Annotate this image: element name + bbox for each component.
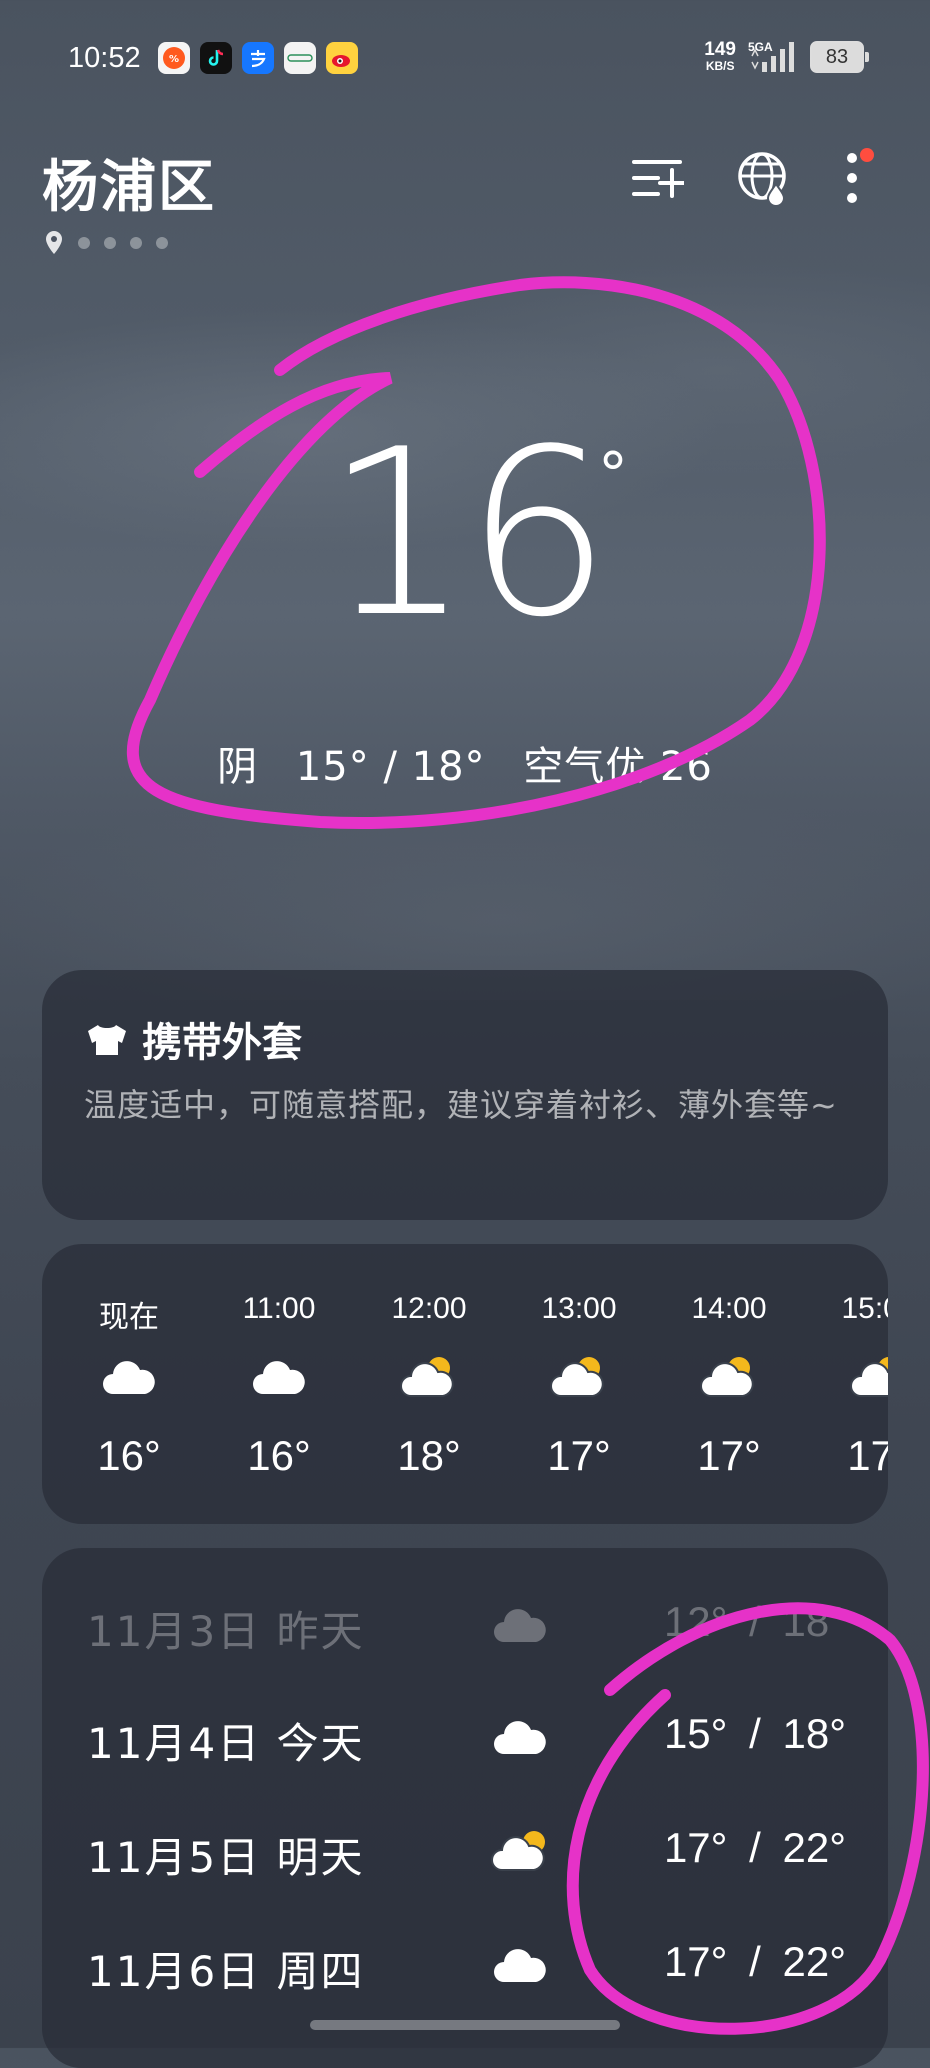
network-speed-unit: KB/S — [705, 58, 735, 73]
clothing-suggestion-card[interactable]: 携带外套 温度适中，可随意搭配，建议穿着衬衫、薄外套等~ — [42, 970, 888, 1220]
app-icon-douyin — [200, 42, 232, 74]
globe-icon[interactable] — [736, 150, 792, 206]
day-temps: 15° / 18° — [663, 1710, 846, 1757]
hour-temp: 16° — [247, 1432, 311, 1479]
day-date: 11月4日 今天 — [87, 1719, 365, 1768]
svg-text:%: % — [169, 54, 179, 65]
network-speed-value: 149 — [704, 38, 736, 60]
day-temps: 17° / 22° — [663, 1824, 846, 1871]
battery-level: 83 — [825, 45, 849, 68]
app-icon-oppo — [284, 42, 316, 74]
cloud-icon — [494, 1609, 546, 1642]
status-time: 10:52 — [68, 42, 141, 74]
hour-time: 14:00 — [691, 1292, 767, 1325]
hour-time: 13:00 — [541, 1292, 617, 1325]
day-date: 11月6日 周四 — [87, 1947, 365, 1996]
notification-icons: % — [158, 42, 358, 74]
daily-row-today[interactable]: 11月4日 今天 15° / 18° — [42, 1710, 888, 1770]
weather-condition: 阴 — [217, 744, 259, 790]
day-date: 11月3日 昨天 — [87, 1607, 365, 1656]
location-pin-icon — [46, 231, 62, 254]
hour-temp: 17° — [697, 1432, 761, 1479]
app-icon-weibo — [326, 42, 358, 74]
hourly-item[interactable]: 12:00 18° — [364, 1292, 494, 1480]
cloud-icon — [494, 1721, 546, 1754]
clothing-title-row: 携带外套 — [84, 1010, 302, 1068]
page-dot — [130, 237, 142, 249]
partly-cloudy-icon — [850, 1357, 888, 1397]
notification-badge — [860, 148, 874, 162]
more-menu-icon[interactable] — [844, 152, 860, 204]
app-icon-shopping: % — [158, 42, 190, 74]
page-indicator — [44, 230, 168, 256]
weather-summary[interactable]: 阴 15° / 18° 空气优 26 — [0, 734, 930, 792]
clothing-description: 温度适中，可随意搭配，建议穿着衬衫、薄外套等~ — [84, 1086, 838, 1124]
page-dot — [104, 237, 116, 249]
signal-icon: 5GA — [748, 40, 798, 74]
hourly-item[interactable]: 14:00 17° — [664, 1292, 794, 1480]
hour-temp: 17° — [847, 1432, 888, 1479]
home-indicator[interactable] — [310, 2020, 620, 2030]
partly-cloudy-icon — [550, 1357, 604, 1397]
hourly-item[interactable]: 15:00 17° — [814, 1292, 888, 1480]
hour-time: 现在 — [99, 1301, 159, 1334]
partly-cloudy-icon — [491, 1831, 545, 1871]
hour-temp: 17° — [547, 1432, 611, 1479]
clothing-title: 携带外套 — [142, 1020, 302, 1066]
city-manage-icon[interactable] — [632, 156, 684, 200]
air-quality: 空气优 26 — [523, 744, 713, 790]
daily-row-thursday[interactable]: 11月6日 周四 17° / 22° — [42, 1938, 888, 1998]
app-icon-alipay — [242, 42, 274, 74]
partly-cloudy-icon — [400, 1357, 454, 1397]
hour-time: 12:00 — [391, 1292, 467, 1325]
status-indicators: 149 KB/S 5GA 83 — [704, 38, 869, 74]
hourly-item[interactable]: 现在 16° — [64, 1292, 194, 1480]
hourly-forecast-card[interactable]: 现在 16° 11:00 16° 12:00 18° 13:00 17° 14:… — [42, 1244, 888, 1524]
cloud-icon — [494, 1949, 546, 1982]
daily-row-tomorrow[interactable]: 11月5日 明天 17° / 22° — [42, 1824, 888, 1884]
hourly-item[interactable]: 11:00 16° — [214, 1292, 344, 1480]
daily-row-yesterday[interactable]: 11月3日 昨天 12° / 18° — [42, 1598, 888, 1658]
day-temps: 17° / 22° — [663, 1938, 846, 1985]
temperature-range: 15° / 18° — [295, 744, 486, 790]
hour-temp: 16° — [97, 1432, 161, 1479]
hour-time: 11:00 — [242, 1292, 316, 1325]
daily-forecast-card[interactable]: 11月3日 昨天 12° / 18° 11月4日 今天 15° / 18° 11… — [42, 1548, 888, 2068]
shirt-icon — [88, 1025, 126, 1055]
battery-icon: 83 — [810, 41, 869, 73]
city-name[interactable]: 杨浦区 — [42, 142, 216, 223]
day-date: 11月5日 明天 — [87, 1833, 365, 1882]
status-bar: 10:52 % 149 KB/S 5GA 83 — [0, 38, 930, 82]
hourly-item[interactable]: 13:00 17° — [514, 1292, 644, 1480]
page-dot — [156, 237, 168, 249]
current-temperature: 16 — [324, 401, 612, 668]
page-dot — [78, 237, 90, 249]
day-temps: 12° / 18° — [663, 1598, 846, 1645]
cloud-icon — [103, 1361, 155, 1394]
network-speed: 149 KB/S — [704, 38, 736, 74]
cloud-icon — [253, 1361, 305, 1394]
hour-time: 15:00 — [841, 1292, 888, 1325]
partly-cloudy-icon — [700, 1357, 754, 1397]
hour-temp: 18° — [397, 1432, 461, 1479]
degree-symbol: ° — [598, 440, 628, 510]
top-actions — [632, 150, 860, 206]
